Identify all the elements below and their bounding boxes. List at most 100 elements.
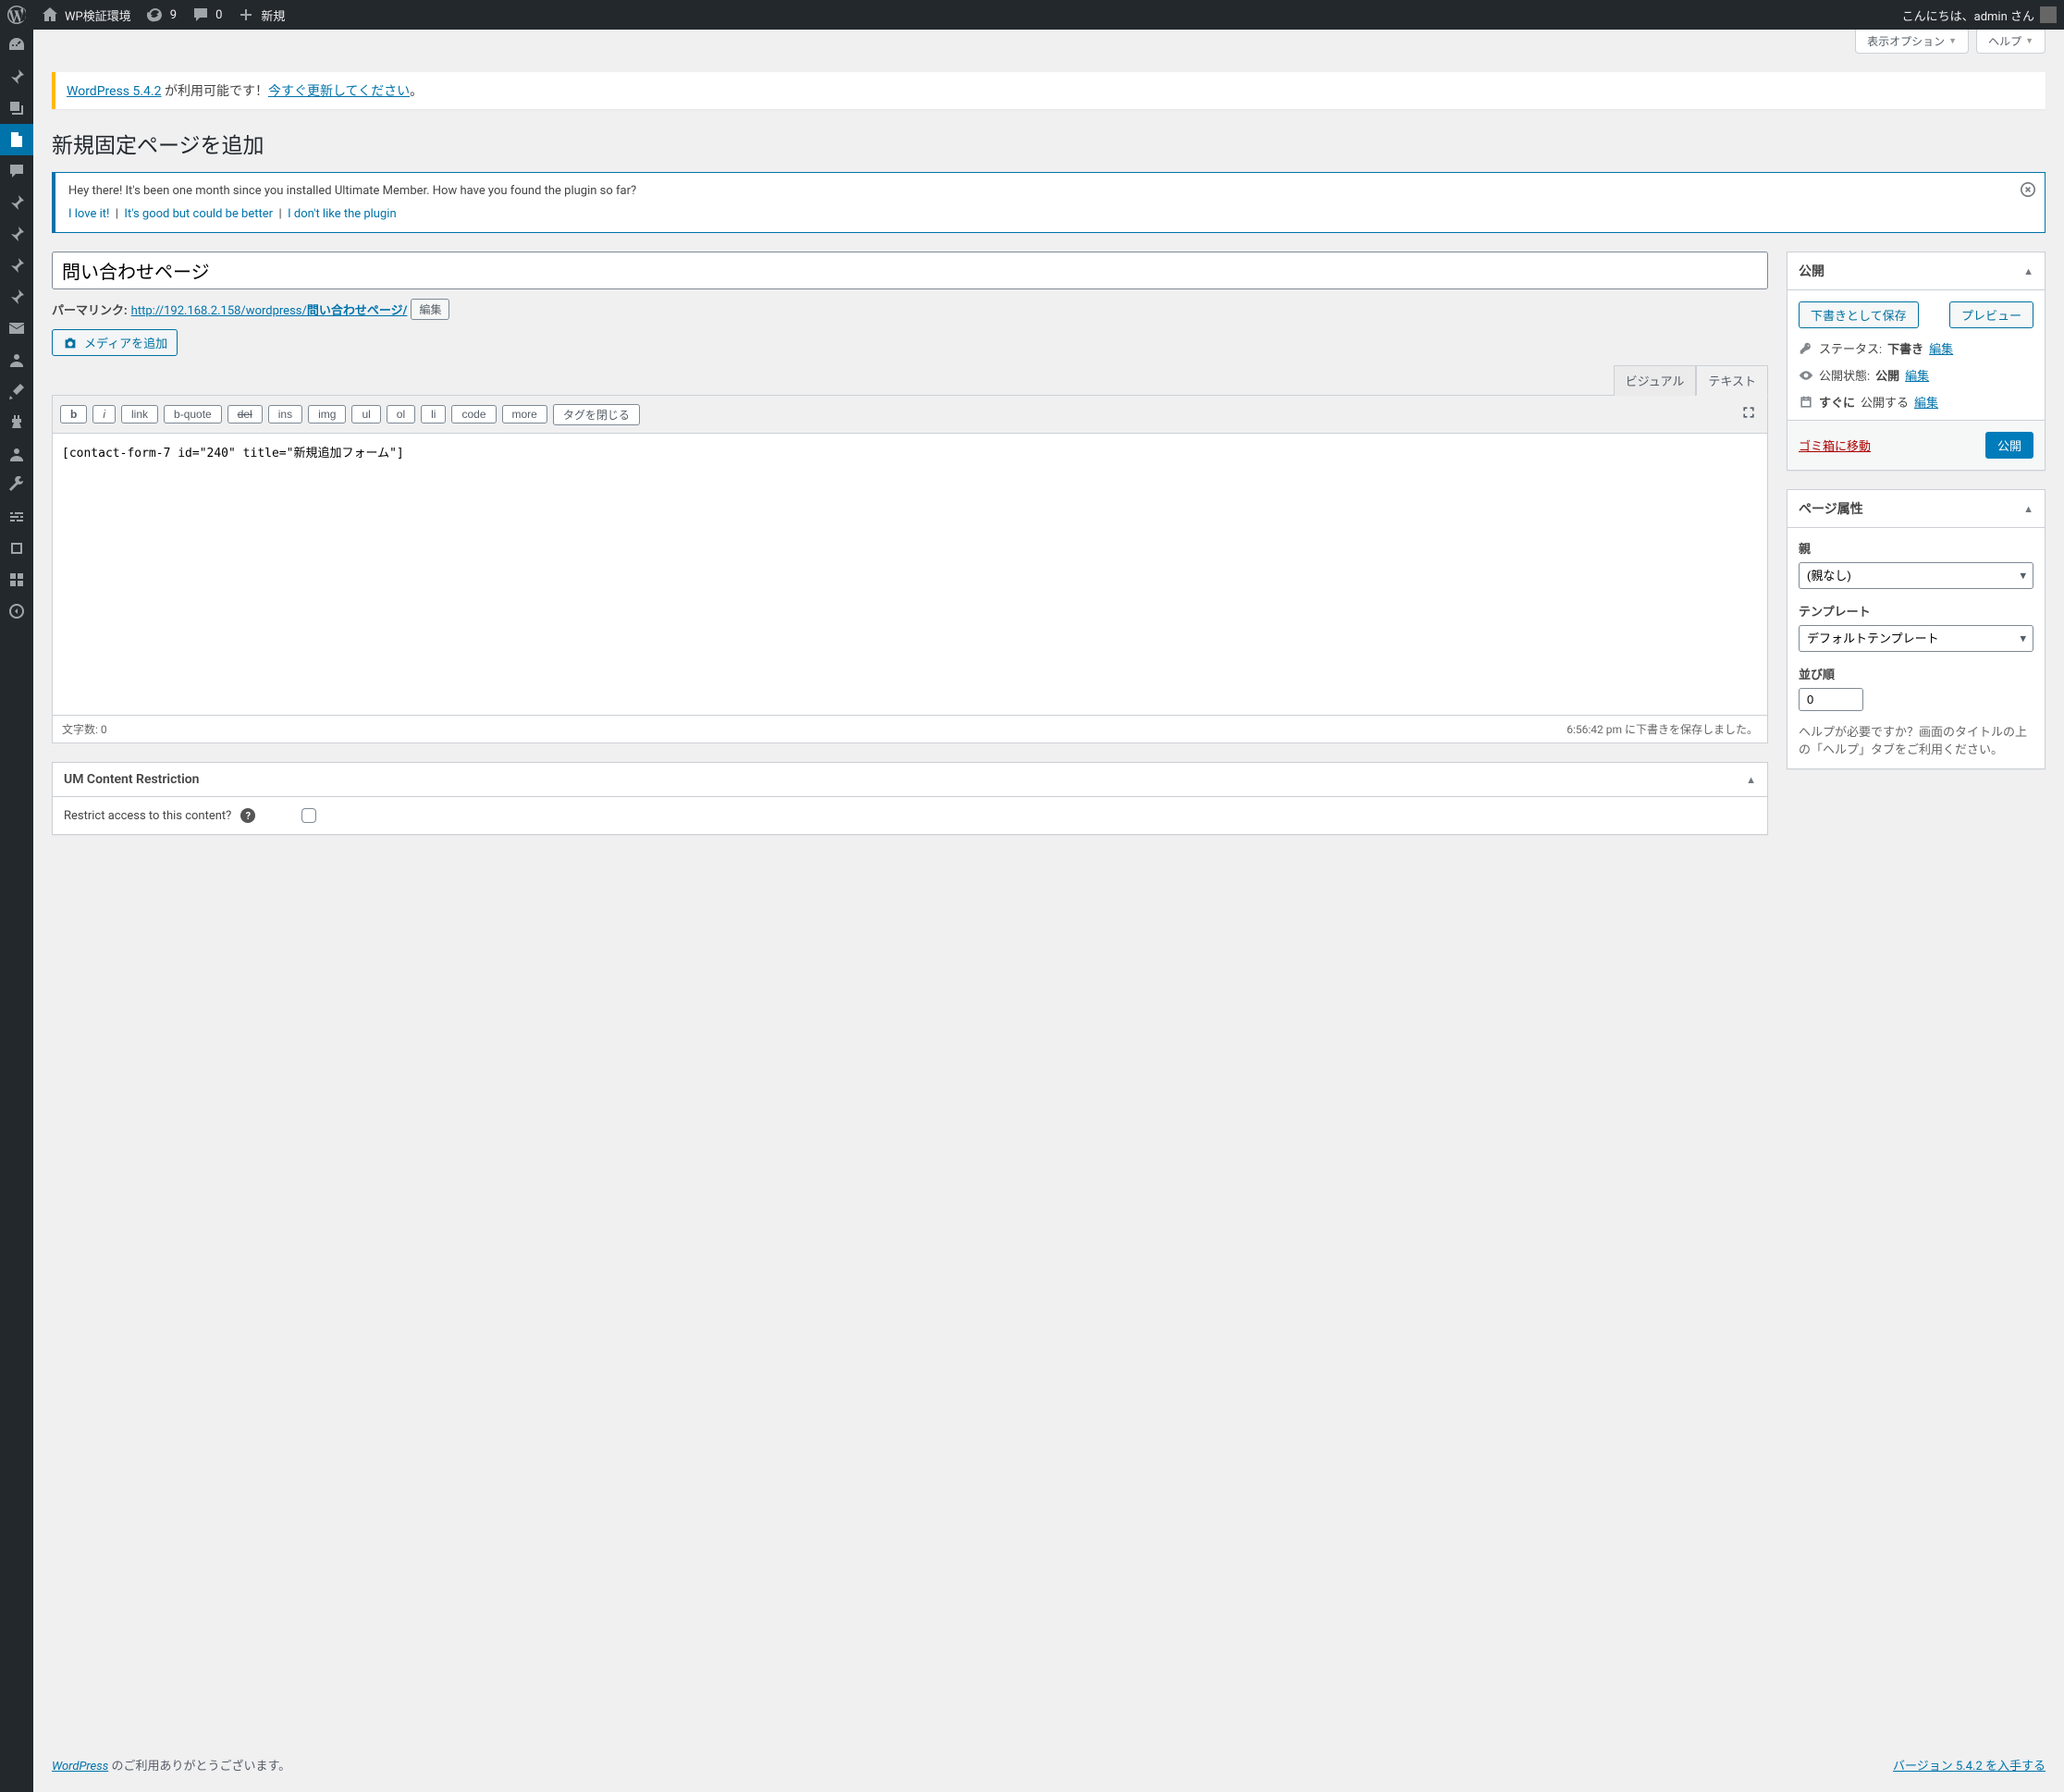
title-input[interactable] [52, 252, 1768, 289]
menu-item-6[interactable] [0, 187, 33, 218]
order-input[interactable] [1799, 688, 1863, 711]
help-button[interactable]: ヘルプ [1976, 30, 2046, 54]
um-love-link[interactable]: I love it! [68, 207, 109, 221]
pin-icon [7, 68, 26, 86]
ed-more[interactable]: more [502, 405, 547, 423]
trash-link[interactable]: ゴミ箱に移動 [1799, 436, 1871, 454]
tab-visual[interactable]: ビジュアル [1614, 365, 1697, 396]
menu-contact[interactable] [0, 313, 33, 344]
comments-count: 0 [215, 8, 222, 22]
parent-select[interactable]: (親なし) [1799, 562, 2033, 589]
wordpress-link[interactable]: WordPress [52, 1760, 108, 1774]
new-link[interactable]: 新規 [237, 6, 285, 24]
account-link[interactable]: こんにちは、admin さん [1902, 6, 2057, 24]
comment-icon [191, 6, 210, 24]
wp-logo[interactable] [7, 6, 26, 24]
update-version-link[interactable]: WordPress 5.4.2 [67, 84, 161, 99]
publish-box-header[interactable]: 公開 ▲ [1788, 252, 2045, 290]
wrench-icon [7, 476, 26, 495]
update-now-link[interactable]: 今すぐ更新してください [268, 84, 410, 99]
ed-b[interactable]: b [60, 405, 87, 423]
menu-item-16[interactable] [0, 533, 33, 564]
edit-visibility-link[interactable]: 編集 [1905, 366, 1929, 384]
ed-i[interactable]: i [92, 405, 116, 423]
help-icon[interactable]: ? [240, 808, 255, 823]
tab-text[interactable]: テキスト [1696, 365, 1768, 396]
ed-bquote[interactable]: b-quote [164, 405, 222, 423]
media-icon [7, 99, 26, 117]
order-label: 並び順 [1799, 665, 2033, 682]
editor-status-bar: 文字数: 0 6:56:42 pm に下書きを保存しました。 [53, 715, 1767, 743]
mail-icon [7, 319, 26, 338]
autosave-status: 6:56:42 pm に下書きを保存しました。 [1566, 721, 1758, 737]
menu-item-7[interactable] [0, 218, 33, 250]
ed-img[interactable]: img [308, 405, 346, 423]
edit-status-link[interactable]: 編集 [1929, 339, 1953, 357]
admin-menu [0, 30, 33, 1792]
menu-item-8[interactable] [0, 250, 33, 281]
user-icon [7, 445, 26, 463]
update-nag: WordPress 5.4.2 が利用可能です！今すぐ更新してください。 [52, 72, 2046, 109]
edit-schedule-link[interactable]: 編集 [1914, 393, 1938, 411]
content-textarea[interactable]: [contact-form-7 id="240" title="新規追加フォーム… [53, 434, 1767, 711]
menu-item-9[interactable] [0, 281, 33, 313]
menu-appearance[interactable] [0, 375, 33, 407]
edit-permalink-button[interactable]: 編集 [411, 299, 449, 320]
menu-item-17[interactable] [0, 564, 33, 595]
comments-icon [7, 162, 26, 180]
menu-media[interactable] [0, 92, 33, 124]
fullscreen-icon [1741, 405, 1756, 420]
ed-link[interactable]: link [121, 405, 158, 423]
menu-posts[interactable] [0, 61, 33, 92]
site-link[interactable]: WP検証環境 [41, 6, 131, 24]
menu-comments[interactable] [0, 155, 33, 187]
preview-button[interactable]: プレビュー [1949, 301, 2033, 328]
comments-link[interactable]: 0 [191, 6, 222, 24]
um-box-header[interactable]: UM Content Restriction ▲ [53, 763, 1767, 797]
admin-footer: WordPress のご利用ありがとうございます。 バージョン 5.4.2 を入… [33, 1737, 2064, 1792]
um-restrict-label: Restrict access to this content? [64, 809, 231, 823]
permalink-link[interactable]: http://192.168.2.158/wordpress/問い合わせページ/ [131, 301, 408, 318]
dismiss-notice-button[interactable] [2021, 182, 2035, 201]
menu-tools[interactable] [0, 470, 33, 501]
page-attributes-box: ページ属性 ▲ 親 (親なし) テンプレート デフォ [1787, 489, 2046, 769]
permalink-row: パーマリンク: http://192.168.2.158/wordpress/問… [52, 299, 1768, 320]
get-version-link[interactable]: バージョン 5.4.2 を入手する [1893, 1760, 2046, 1774]
template-select[interactable]: デフォルトテンプレート [1799, 625, 2033, 652]
publish-box: 公開 ▲ 下書きとして保存 プレビュー ステータス: 下書き 編集 [1787, 252, 2046, 471]
menu-plugins[interactable] [0, 407, 33, 438]
um-good-link[interactable]: It's good but could be better [124, 207, 273, 221]
key-icon [1799, 341, 1813, 356]
ed-ins[interactable]: ins [268, 405, 302, 423]
ed-ol[interactable]: ol [387, 405, 415, 423]
restrict-checkbox[interactable] [301, 808, 316, 823]
ed-del[interactable]: del [227, 405, 263, 423]
screen-options-button[interactable]: 表示オプション [1855, 30, 1969, 54]
template-label: テンプレート [1799, 602, 2033, 620]
menu-collapse[interactable] [0, 595, 33, 627]
save-draft-button[interactable]: 下書きとして保存 [1799, 301, 1919, 328]
ed-code[interactable]: code [451, 405, 496, 423]
ed-ul[interactable]: ul [351, 405, 380, 423]
menu-pages[interactable] [0, 124, 33, 155]
ed-close-tags[interactable]: タグを閉じる [553, 404, 640, 425]
add-media-button[interactable]: メディアを追加 [52, 329, 178, 356]
um-dislike-link[interactable]: I don't like the plugin [288, 207, 396, 221]
menu-users[interactable] [0, 438, 33, 470]
fullscreen-button[interactable] [1738, 401, 1760, 427]
permalink-label: パーマリンク: [52, 301, 128, 318]
screen-meta: 表示オプション ヘルプ [33, 30, 2064, 54]
dashboard-icon [7, 36, 26, 55]
update-icon [146, 6, 165, 24]
updates-link[interactable]: 9 [146, 6, 177, 24]
ed-li[interactable]: li [421, 405, 446, 423]
publish-button[interactable]: 公開 [1985, 432, 2033, 459]
menu-settings[interactable] [0, 501, 33, 533]
editor-toolbar: b i link b-quote del ins img ul ol li co… [53, 396, 1767, 434]
menu-users-icon[interactable] [0, 344, 33, 375]
menu-dashboard[interactable] [0, 30, 33, 61]
pages-icon [7, 130, 26, 149]
attrs-help-text: ヘルプが必要ですか？画面のタイトルの上の「ヘルプ」タブをご利用ください。 [1799, 722, 2033, 757]
attrs-box-header[interactable]: ページ属性 ▲ [1788, 490, 2045, 528]
plus-icon [237, 6, 255, 24]
